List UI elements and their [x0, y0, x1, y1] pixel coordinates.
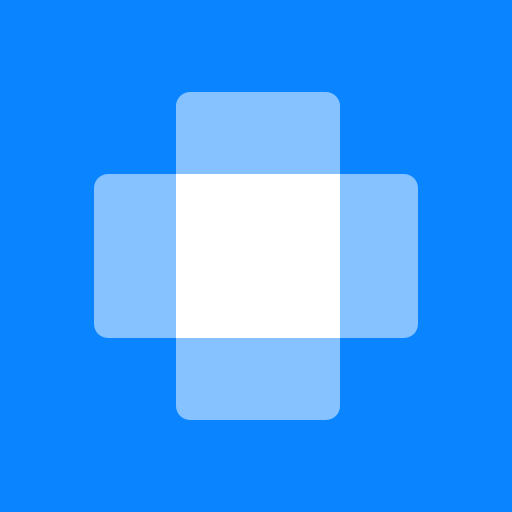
cross-center-square [176, 174, 340, 338]
medical-cross-icon [0, 0, 512, 512]
app-icon-canvas [0, 0, 512, 512]
